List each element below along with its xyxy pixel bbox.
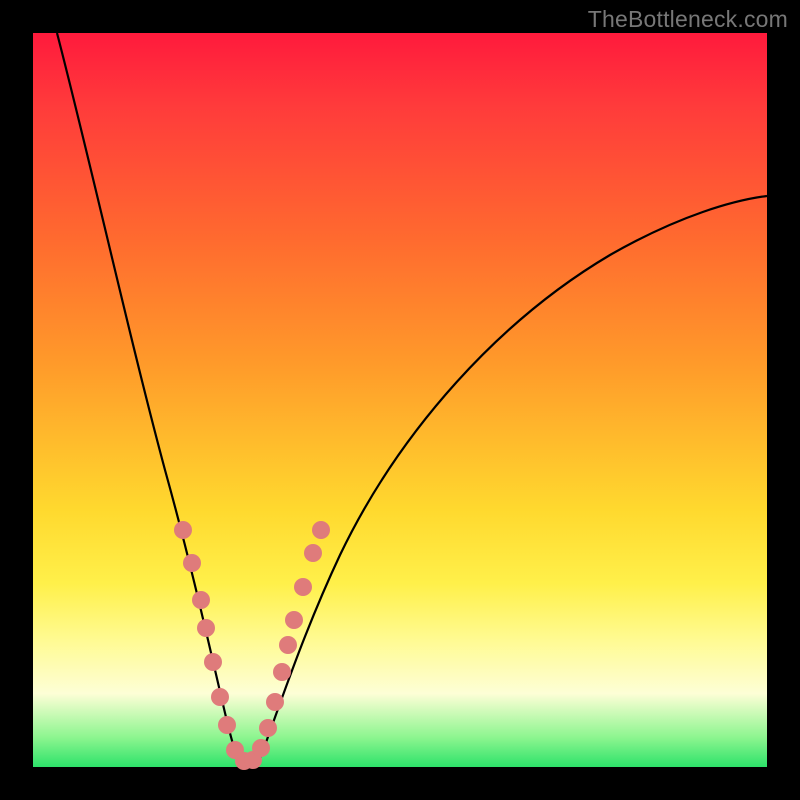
bottleneck-chart	[0, 0, 800, 800]
curve-path-group	[57, 33, 767, 766]
highlight-dots	[174, 521, 330, 770]
curve-right	[258, 196, 767, 764]
watermark-text: TheBottleneck.com	[588, 6, 788, 33]
